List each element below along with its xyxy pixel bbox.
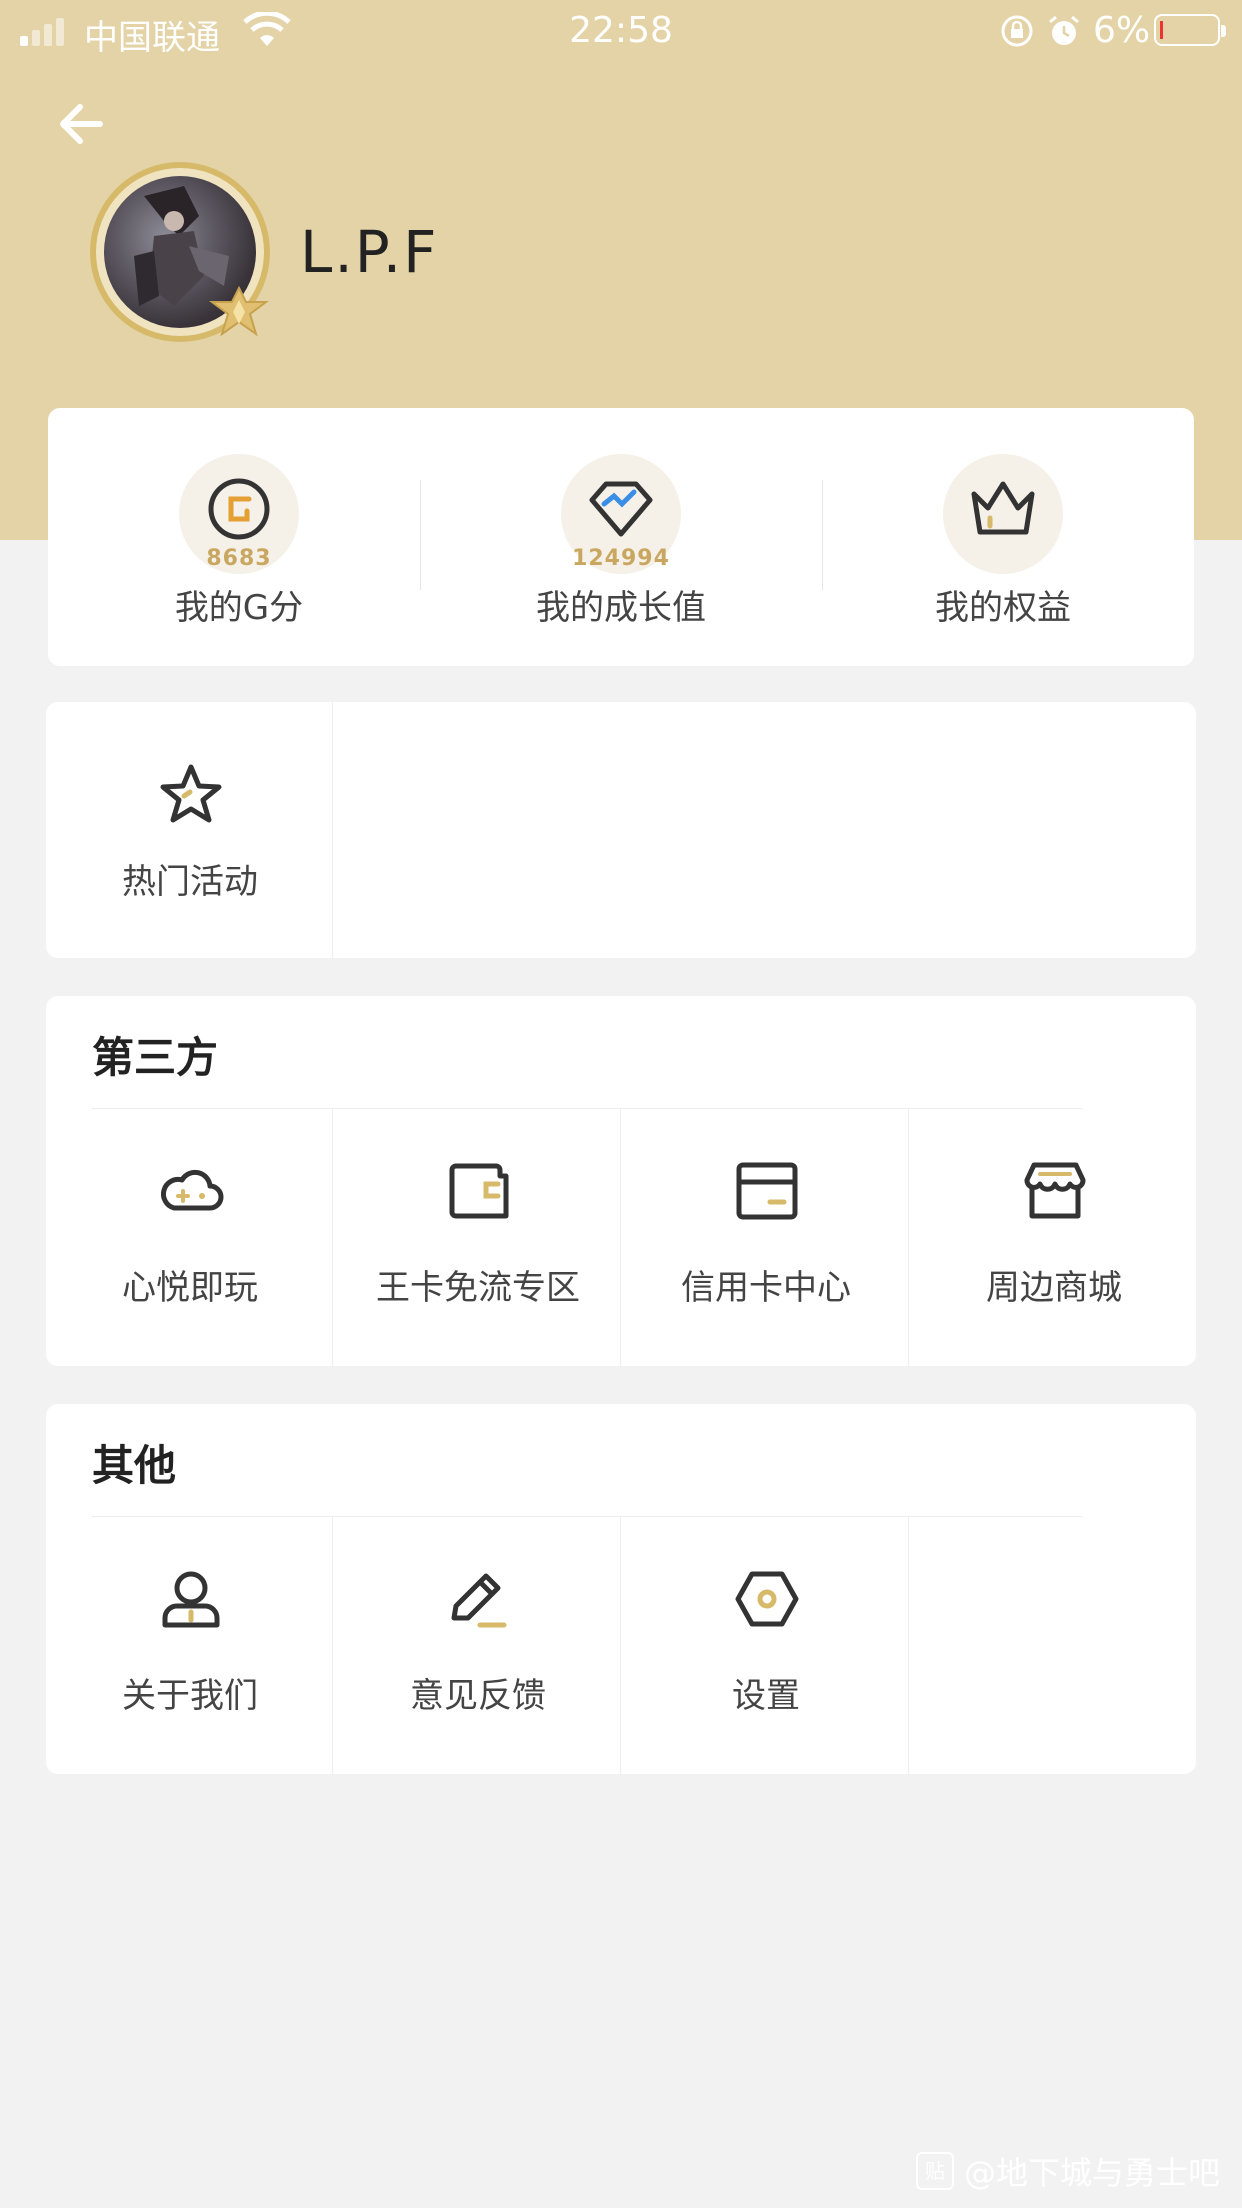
- hot-activity-label: 热门活动: [122, 862, 258, 902]
- avatar[interactable]: [90, 162, 270, 342]
- item-label: 周边商城: [986, 1268, 1122, 1308]
- alarm-icon: [1049, 15, 1079, 45]
- username: L.P.F: [300, 218, 439, 286]
- item-label: 心悦即玩: [122, 1268, 258, 1308]
- item-label: 意见反馈: [410, 1676, 546, 1716]
- section-title: 其他: [92, 1441, 177, 1490]
- third-party-item-wangka[interactable]: 王卡免流专区: [334, 1108, 622, 1366]
- stat-label: 我的G分: [174, 588, 304, 628]
- stat-growth[interactable]: 124994 我的成长值: [430, 408, 812, 666]
- stat-value: 124994: [572, 546, 670, 571]
- watermark: 贴 @地下城与勇士吧: [916, 2148, 1220, 2194]
- other-item-about[interactable]: 关于我们: [46, 1516, 334, 1774]
- section-title: 第三方: [92, 1033, 219, 1082]
- store-icon: [1024, 1162, 1086, 1219]
- status-bar: 中国联通 22:58 6%: [0, 0, 1242, 62]
- item-label: 王卡免流专区: [376, 1268, 580, 1308]
- rotation-lock-icon: [1001, 15, 1033, 47]
- crown-icon: [971, 481, 1035, 535]
- hot-activities-card: 热门活动: [46, 702, 1196, 958]
- star-icon: [160, 764, 222, 823]
- stat-label: 我的权益: [935, 588, 1071, 628]
- item-label: 信用卡中心: [681, 1268, 851, 1308]
- divider: [908, 1516, 909, 1774]
- stats-card: 8683 我的G分 124994 我的成长值 我的权益: [48, 408, 1194, 666]
- other-item-feedback[interactable]: 意见反馈: [334, 1516, 622, 1774]
- divider: [332, 1516, 333, 1774]
- watermark-text: @地下城与勇士吧: [964, 2154, 1221, 2192]
- other-card: 其他 关于我们 意见反馈 设置: [46, 1404, 1196, 1774]
- g-coin-icon: [208, 478, 270, 540]
- divider: [332, 1108, 333, 1366]
- item-label: 设置: [732, 1676, 800, 1716]
- stat-g-score[interactable]: 8683 我的G分: [48, 408, 430, 666]
- divider: [620, 1108, 621, 1366]
- battery-icon: [1154, 14, 1226, 46]
- back-arrow-icon[interactable]: [52, 96, 112, 152]
- stat-value: 8683: [206, 546, 272, 571]
- hexagon-settings-icon: [735, 1571, 799, 1627]
- diamond-trend-icon: [589, 481, 653, 537]
- divider: [908, 1108, 909, 1366]
- pencil-icon: [451, 1573, 507, 1628]
- person-icon: [162, 1571, 220, 1628]
- watermark-logo-icon: 贴: [916, 2152, 954, 2190]
- stat-benefits[interactable]: 我的权益: [812, 408, 1194, 666]
- divider: [620, 1516, 621, 1774]
- item-label: 关于我们: [122, 1676, 258, 1716]
- level-badge-icon: [209, 286, 269, 337]
- credit-card-icon: [736, 1162, 798, 1220]
- hot-activity-item[interactable]: 热门活动: [46, 702, 334, 958]
- cloud-gamepad-icon: [160, 1169, 224, 1211]
- wallet-card-icon: [449, 1163, 509, 1219]
- third-party-item-xinyue[interactable]: 心悦即玩: [46, 1108, 334, 1366]
- divider: [332, 702, 333, 958]
- stat-label: 我的成长值: [536, 588, 706, 628]
- third-party-card: 第三方 心悦即玩 王卡免流专区 信用卡中心 周边商城: [46, 996, 1196, 1366]
- third-party-item-credit-card[interactable]: 信用卡中心: [622, 1108, 910, 1366]
- third-party-item-store[interactable]: 周边商城: [910, 1108, 1198, 1366]
- battery-percent: 6%: [1093, 10, 1151, 51]
- other-item-settings[interactable]: 设置: [622, 1516, 910, 1774]
- divider: [420, 480, 421, 590]
